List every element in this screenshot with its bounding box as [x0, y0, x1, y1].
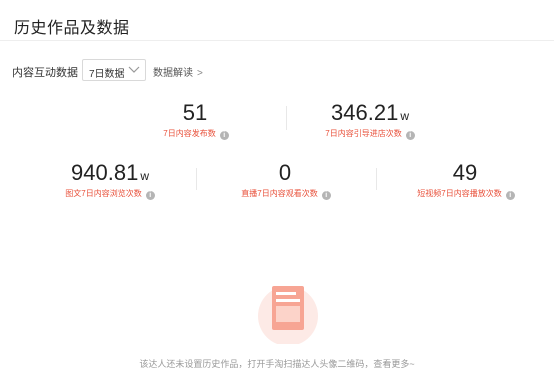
- info-icon[interactable]: i: [145, 191, 155, 200]
- period-select[interactable]: 7日数据: [82, 59, 146, 81]
- stat-separator: [286, 106, 287, 130]
- stat-graphic-view-count: 940.81 w 图文7日内容浏览次数 i: [40, 160, 180, 200]
- stat-label: 图文7日内容浏览次数: [65, 189, 142, 198]
- stat-value: 49: [452, 160, 478, 185]
- stat-store-guide-count: 346.21 w 7日内容引导进店次数 i: [300, 100, 440, 140]
- empty-state-message: 该达人还未设置历史作品，打开手淘扫描达人头像二维码，查看更多~: [139, 359, 415, 369]
- stat-label: 7日内容引导进店次数: [325, 129, 402, 138]
- stat-label-row: 7日内容发布数 i: [136, 128, 256, 140]
- header-divider: [0, 40, 554, 41]
- data-interpretation-link[interactable]: 数据解读 >: [153, 64, 203, 79]
- stat-label-row: 直播7日内容观看次数 i: [216, 188, 356, 200]
- stat-value: 940.81: [71, 160, 139, 185]
- stat-label: 直播7日内容观看次数: [241, 189, 318, 198]
- stat-video-play-count: 49 短视频7日内容播放次数 i: [396, 160, 536, 200]
- stat-value-row: 940.81 w: [40, 160, 180, 186]
- stat-value: 0: [278, 160, 292, 185]
- stat-separator: [376, 168, 377, 190]
- page-title: 历史作品及数据: [14, 20, 130, 37]
- chevron-down-icon: [128, 66, 140, 73]
- info-icon[interactable]: i: [405, 131, 415, 140]
- stat-value: 51: [182, 100, 208, 125]
- period-select-value: 7日数据: [89, 69, 125, 80]
- interaction-data-label: 内容互动数据: [12, 67, 78, 79]
- stat-label-row: 短视频7日内容播放次数 i: [396, 188, 536, 200]
- stat-value-row: 346.21 w: [300, 100, 440, 126]
- stat-label: 7日内容发布数: [163, 129, 216, 138]
- stat-value: 346.21: [331, 100, 399, 125]
- stat-unit: w: [140, 169, 149, 183]
- chevron-right-icon: >: [197, 68, 203, 79]
- stat-separator: [196, 168, 197, 190]
- stat-live-watch-count: 0 直播7日内容观看次数 i: [216, 160, 356, 200]
- stat-label-row: 图文7日内容浏览次数 i: [40, 188, 180, 200]
- info-icon[interactable]: i: [321, 191, 331, 200]
- stat-unit: w: [400, 109, 409, 123]
- data-interpretation-label: 数据解读: [153, 68, 193, 79]
- info-icon[interactable]: i: [219, 131, 229, 140]
- info-icon[interactable]: i: [505, 191, 515, 200]
- document-icon: [258, 286, 318, 344]
- stat-value-row: 51: [136, 100, 256, 126]
- stat-label: 短视频7日内容播放次数: [417, 189, 502, 198]
- stat-value-row: 0: [216, 160, 356, 186]
- stat-label-row: 7日内容引导进店次数 i: [300, 128, 440, 140]
- stat-publish-count: 51 7日内容发布数 i: [136, 100, 256, 140]
- stat-value-row: 49: [396, 160, 536, 186]
